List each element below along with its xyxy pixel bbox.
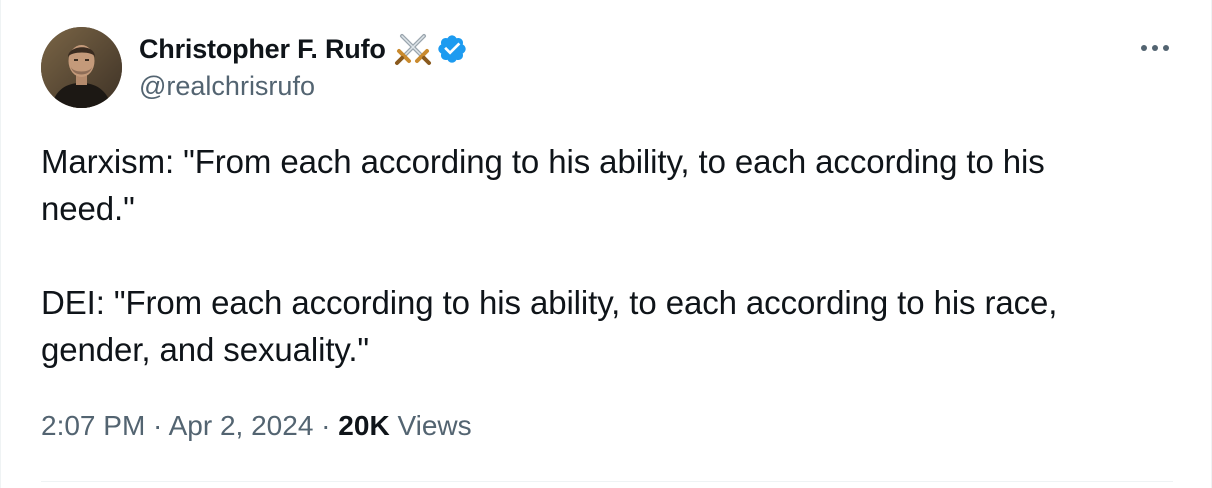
views-count: 20K	[338, 410, 390, 441]
meta-separator: ·	[313, 410, 339, 441]
avatar[interactable]	[41, 27, 122, 108]
tweet-paragraph-1: Marxism: "From each according to his abi…	[41, 143, 1045, 227]
meta-separator: ·	[145, 410, 169, 441]
more-options-button[interactable]	[1137, 34, 1173, 62]
crossed-swords-icon	[394, 30, 432, 68]
tweet-date[interactable]: Apr 2, 2024	[169, 410, 314, 441]
tweet-time[interactable]: 2:07 PM	[41, 410, 145, 441]
verified-badge-icon[interactable]	[436, 33, 468, 65]
tweet-paragraph-2: DEI: "From each according to his ability…	[41, 284, 1058, 368]
tweet-text: Marxism: "From each according to his abi…	[41, 138, 1171, 373]
tweet-meta: 2:07 PM · Apr 2, 2024 · 20K Views	[41, 410, 472, 442]
author-name-row: Christopher F. Rufo	[139, 30, 468, 68]
more-horizontal-icon	[1141, 45, 1169, 51]
tweet-card: Christopher F. Rufo @realchrisrufo Marxi…	[0, 0, 1212, 488]
author-display-name[interactable]: Christopher F. Rufo	[139, 34, 386, 65]
author-handle[interactable]: @realchrisrufo	[139, 71, 315, 102]
divider	[41, 481, 1173, 482]
views-label: Views	[389, 410, 472, 441]
